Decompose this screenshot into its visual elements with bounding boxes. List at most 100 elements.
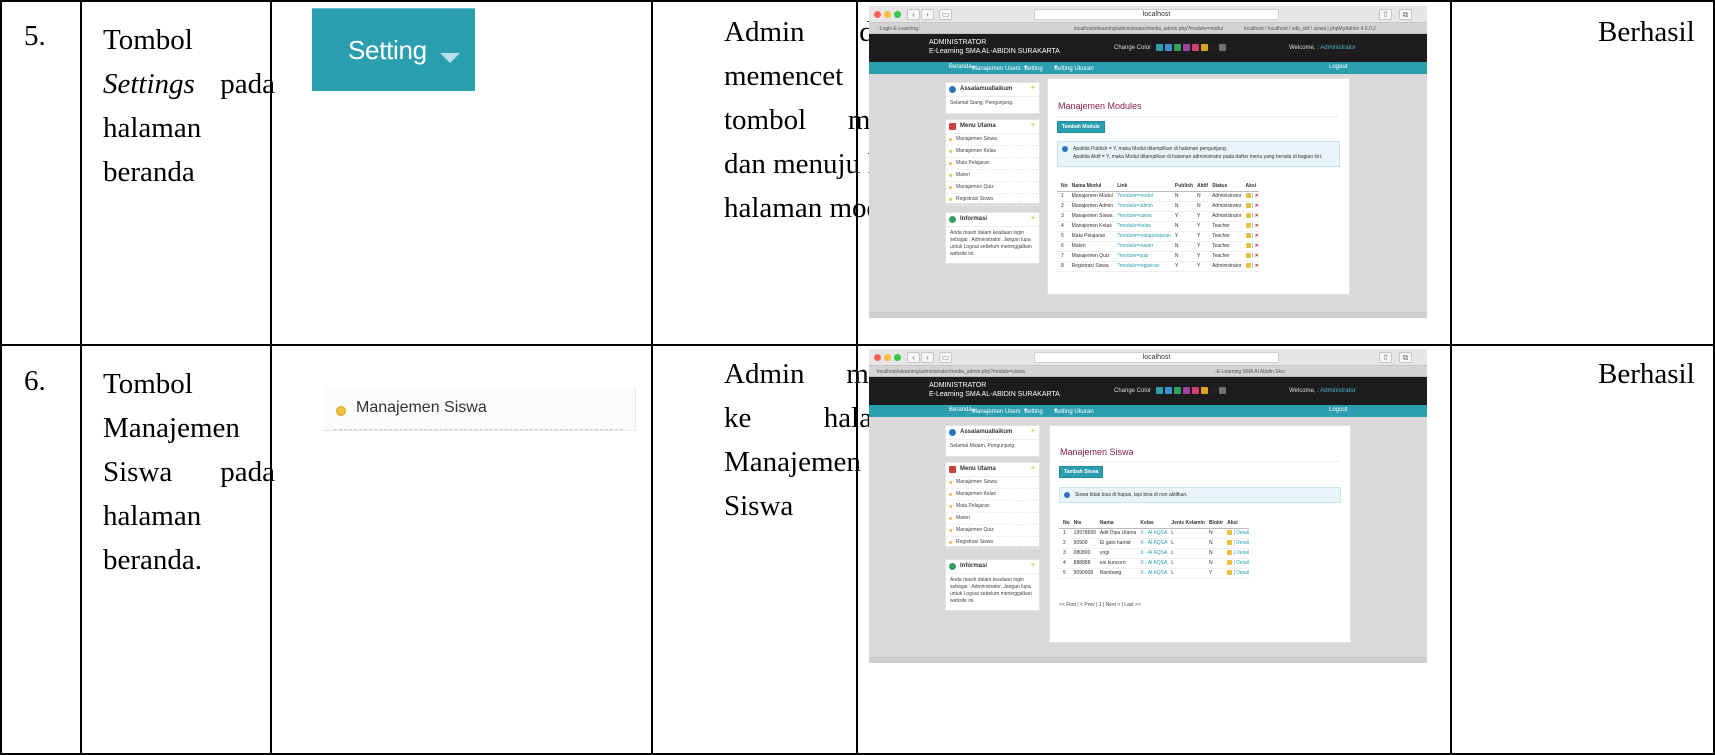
pagination: << First | < Prev | 1 | Next > | Last >> xyxy=(1059,602,1141,608)
table-row: 2 90909 El gato hamid X - Al AQSA L N | Detai… xyxy=(1059,538,1249,549)
row-actions[interactable]: | ✕ xyxy=(1241,221,1259,232)
color-swatch xyxy=(1183,44,1190,51)
table-row: 6 Materi ?module=materi N Y Teacher | ✕ xyxy=(1057,241,1259,252)
row-actions[interactable]: | Detail xyxy=(1223,558,1249,569)
delete-icon[interactable]: ✕ xyxy=(1255,203,1259,209)
color-swatch xyxy=(1201,44,1208,51)
maximize-dot-icon xyxy=(894,11,901,18)
table-cell: N xyxy=(1170,241,1193,252)
table-cell: Materi xyxy=(1067,241,1114,252)
menu-item: Manajemen Siswa xyxy=(946,134,1039,146)
row-actions[interactable]: | Detail xyxy=(1223,548,1249,559)
table-cell: ?module=registrasi xyxy=(1113,261,1171,272)
edit-icon[interactable] xyxy=(1227,570,1233,576)
screenshot-manajemen-modules: ‹ › ▭ localhost ⇧ ⧉ ::Login E-Learning::… xyxy=(869,6,1427,318)
edit-icon[interactable] xyxy=(1245,253,1251,259)
feature-description: Tombol Manajemen Siswa pada halaman beran… xyxy=(103,368,275,576)
row-actions[interactable]: | ✕ xyxy=(1241,261,1259,272)
table-cell: 7 xyxy=(1057,251,1068,262)
table-cell: ?module=quiz xyxy=(1113,251,1171,262)
detail-link[interactable]: Detail xyxy=(1236,570,1249,576)
edit-icon[interactable] xyxy=(1245,223,1251,229)
table-cell: 90909 xyxy=(1069,538,1096,549)
color-swatch xyxy=(1210,44,1217,51)
table-cell: X - Al AQSA xyxy=(1136,568,1168,579)
table-cell: 19978699 xyxy=(1069,528,1096,539)
table-cell: 5 xyxy=(1057,231,1068,242)
edit-icon[interactable] xyxy=(1245,233,1251,239)
table-cell: N xyxy=(1170,221,1193,232)
table-cell: 4 xyxy=(1059,558,1070,569)
add-siswa-button: Tambah Siswa xyxy=(1059,466,1104,478)
arrow-icon xyxy=(949,216,956,223)
delete-icon[interactable]: ✕ xyxy=(1255,233,1259,239)
edit-icon[interactable] xyxy=(1227,530,1233,536)
edit-icon[interactable] xyxy=(1245,243,1251,249)
browser-tabs: localhost/elearning/administrator/media_… xyxy=(869,366,1427,377)
row-actions[interactable]: | ✕ xyxy=(1241,231,1259,242)
edit-icon[interactable] xyxy=(1227,550,1233,556)
delete-icon[interactable]: ✕ xyxy=(1255,243,1259,249)
table-cell: ?module=materi xyxy=(1113,241,1171,252)
content-panel: Manajemen Siswa Tambah Siswa Siswa tidak… xyxy=(1049,425,1351,643)
row-actions[interactable]: | ✕ xyxy=(1241,241,1259,252)
edit-icon[interactable] xyxy=(1245,193,1251,199)
url-bar: localhost xyxy=(1034,352,1279,363)
menu-item: Materi xyxy=(946,170,1039,182)
delete-icon[interactable]: ✕ xyxy=(1255,223,1259,229)
edit-icon[interactable] xyxy=(1245,263,1251,269)
test-result: Berhasil xyxy=(1598,358,1695,390)
table-cell: ?module=kelas xyxy=(1113,221,1171,232)
color-swatch xyxy=(1156,44,1163,51)
menu-item: Mata Pelajaran xyxy=(946,158,1039,170)
table-cell: N xyxy=(1170,191,1193,202)
detail-link[interactable]: Detail xyxy=(1236,540,1249,546)
delete-icon[interactable]: ✕ xyxy=(1255,253,1259,259)
info-box: Informasi + Anda masih dalam keadaan logi… xyxy=(945,559,1040,611)
test-case-table: 5. Tombol Settings pada halaman beranda S… xyxy=(0,0,1715,755)
table-cell: esi kuncoro xyxy=(1095,558,1137,569)
table-cell: Y xyxy=(1192,231,1209,242)
feature-description: Tombol Settings pada halaman beranda xyxy=(103,24,275,188)
table-cell: Manajemen Modul xyxy=(1067,191,1114,202)
table-cell: N xyxy=(1192,201,1209,212)
menu-item: Mata Pelajaran xyxy=(946,501,1039,513)
table-cell: X - Al AQSA xyxy=(1136,558,1168,569)
bullet-dot-icon xyxy=(336,406,346,416)
row-actions[interactable]: | ✕ xyxy=(1241,201,1259,212)
row-actions[interactable]: | ✕ xyxy=(1241,211,1259,222)
table-header: Nis xyxy=(1069,520,1096,529)
delete-icon[interactable]: ✕ xyxy=(1255,193,1259,199)
menu-crop-label: Manajemen Siswa xyxy=(356,399,487,416)
table-cell: X - Al AQSA xyxy=(1136,528,1168,539)
table-header: Kelas xyxy=(1136,520,1168,529)
maximize-dot-icon xyxy=(894,354,901,361)
table-row: 5 9090909 Bambang X - Al AQSA L Y | Detail xyxy=(1059,568,1249,579)
table-header: Nama Modul xyxy=(1067,183,1114,192)
delete-icon[interactable]: ✕ xyxy=(1255,213,1259,219)
row-actions[interactable]: | Detail xyxy=(1223,568,1249,579)
table-header: Nama xyxy=(1095,520,1137,529)
edit-icon[interactable] xyxy=(1245,213,1251,219)
table-row: 8 Registrasi Siswa ?module=registrasi Y Y Adm… xyxy=(1057,261,1259,272)
edit-icon[interactable] xyxy=(1227,560,1233,566)
row-actions[interactable]: | ✕ xyxy=(1241,191,1259,202)
row-actions[interactable]: | Detail xyxy=(1223,528,1249,539)
edit-icon[interactable] xyxy=(1227,540,1233,546)
table-cell: Manajemen Kelas xyxy=(1067,221,1114,232)
browser-chrome: ‹ › ▭ localhost ⇧ ⧉ xyxy=(869,349,1427,366)
detail-link[interactable]: Detail xyxy=(1236,550,1249,556)
tabs-icon: ⧉ xyxy=(1399,352,1412,363)
detail-link[interactable]: Detail xyxy=(1236,530,1249,536)
detail-link[interactable]: Detail xyxy=(1236,560,1249,566)
pin-icon xyxy=(949,466,956,473)
row-actions[interactable]: | Detail xyxy=(1223,538,1249,549)
table-cell: L xyxy=(1167,538,1205,549)
menu-box: Menu Utama + Manajemen Siswa Manajemen Ke… xyxy=(945,462,1040,549)
admin-navbar: Beranda Manajemen Users ▾ Setting ▾ Sett… xyxy=(869,405,1427,417)
delete-icon[interactable]: ✕ xyxy=(1255,263,1259,269)
color-swatch xyxy=(1192,44,1199,51)
edit-icon[interactable] xyxy=(1245,203,1251,209)
table-cell: X - Al AQSA xyxy=(1136,538,1168,549)
row-actions[interactable]: | ✕ xyxy=(1241,251,1259,262)
